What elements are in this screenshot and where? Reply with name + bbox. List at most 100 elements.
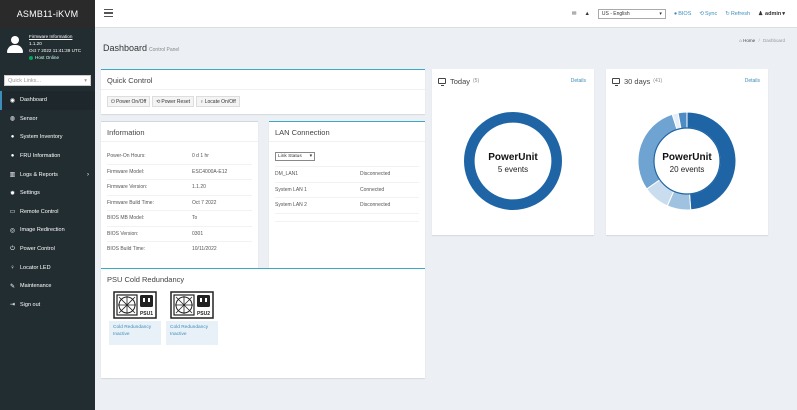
sidebar-item-image-redirection[interactable]: ◎ Image Redirection — [0, 221, 95, 240]
sidebar-item-locator-led[interactable]: ♀ Locator LED — [0, 258, 95, 277]
psu-card: PSU1 Cold Redundancy Inactive — [109, 289, 161, 345]
chevron-down-icon: ▾ — [84, 77, 87, 84]
disc-icon: ◎ — [9, 227, 16, 234]
sidebar-item-system-inventory[interactable]: ● System Inventory — [0, 128, 95, 147]
table-row: DM_LAN1 Disconnected — [275, 166, 419, 182]
psu-panel: PSU Cold Redundancy PSU1 Cold Redundancy… — [101, 268, 425, 378]
main-content: Dashboard Control Panel ⌂ Home / Dashboar… — [95, 28, 797, 410]
breadcrumb-home[interactable]: Home — [743, 38, 755, 43]
bulb-icon: ♀ — [200, 98, 204, 105]
bios-button[interactable]: ● BIOS — [674, 11, 691, 17]
chevron-down-icon: ▾ — [309, 154, 312, 159]
reset-icon: ⟲ — [156, 98, 161, 105]
page-subtitle: Control Panel — [149, 47, 180, 53]
table-row — [275, 212, 419, 221]
today-details-link[interactable]: Details — [571, 78, 586, 84]
psu-icon: PSU2 — [166, 289, 218, 321]
page-title: Dashboard Control Panel — [103, 43, 180, 53]
psu-status-label: Cold Redundancy Inactive — [166, 321, 218, 345]
sidebar-item-sign-out[interactable]: ⇥ Sign out — [0, 296, 95, 315]
sidebar-item-logs-reports[interactable]: ▥ Logs & Reports › — [0, 165, 95, 184]
caret-down-icon: ▾ — [782, 11, 785, 17]
thirty-days-details-link[interactable]: Details — [745, 78, 760, 84]
psu-list: PSU1 Cold Redundancy Inactive PSU2 Cold … — [109, 289, 223, 345]
user-icon: ♟ — [758, 11, 764, 17]
table-row: Firmware Build Time: Oct 7 2022 — [107, 194, 252, 211]
thirty-days-center-text: 20 events — [670, 165, 705, 174]
svg-text:PSU2: PSU2 — [197, 311, 210, 317]
information-title: Information — [101, 122, 258, 142]
psu-title: PSU Cold Redundancy — [107, 275, 185, 284]
gear-icon: ✹ — [9, 190, 16, 197]
today-panel: Today (5) Details PowerUnit 5 events — [432, 69, 594, 235]
svg-text:PSU1: PSU1 — [140, 311, 153, 317]
brand-logo[interactable]: ASMB11-iKVM — [0, 0, 95, 28]
monitor-icon — [612, 78, 620, 86]
monitor-icon: ▭ — [9, 209, 16, 216]
chevron-down-icon: ▾ — [659, 11, 662, 17]
table-row: BIOS Version: 0301 — [107, 225, 252, 242]
today-donut-chart: PowerUnit 5 events — [464, 112, 562, 210]
warning-icon[interactable]: ▲ — [584, 11, 589, 17]
locate-onoff-button[interactable]: ♀ Locate On/Off — [196, 96, 240, 107]
table-row: System LAN 2 Disconnected — [275, 197, 419, 213]
thirty-days-count: (41) — [653, 78, 663, 84]
sidebar-item-settings[interactable]: ✹ Settings — [0, 184, 95, 203]
firmware-info-link[interactable]: Firmware Information — [29, 33, 81, 40]
power-onoff-button[interactable]: ⏻ Power On/Off — [107, 96, 151, 107]
lan-connection-title: LAN Connection — [269, 122, 425, 142]
breadcrumb-current: Dashboard — [762, 38, 785, 43]
sidebar-item-sensor[interactable]: ◍ Sensor — [0, 110, 95, 129]
sync-icon: ⟲ — [699, 11, 704, 17]
mail-icon[interactable]: ✉ — [572, 11, 577, 17]
today-title: Today — [450, 76, 471, 86]
topbar: ✉ ▲ US - English ▾ ● BIOS ⟲ Sync ↻ Refresh ♟… — [95, 0, 797, 28]
info-icon: ● — [673, 11, 678, 17]
sidebar-item-remote-control[interactable]: ▭ Remote Control — [0, 203, 95, 222]
dashboard-icon: ◉ — [9, 97, 16, 104]
link-status-select[interactable]: Link Status ▾ — [275, 152, 315, 161]
hamburger-menu-icon[interactable] — [104, 9, 113, 19]
sync-button[interactable]: ⟲ Sync — [699, 11, 717, 17]
language-select[interactable]: US - English ▾ — [597, 9, 666, 19]
power-icon: ⏻ — [111, 98, 115, 105]
sidebar-item-dashboard[interactable]: ◉ Dashboard — [0, 91, 95, 110]
table-row — [275, 220, 419, 229]
host-status: Host Online — [29, 54, 81, 61]
signout-icon: ⇥ — [9, 302, 16, 309]
firmware-version: 1.1.20 — [29, 41, 42, 46]
today-count: (5) — [473, 78, 480, 84]
firmware-datetime: Oct 7 2022 11:41:39 UTC — [29, 48, 82, 53]
psu-status-label: Cold Redundancy Inactive — [109, 321, 161, 345]
table-row: Power-On Hours: 0 d 1 hr — [107, 152, 209, 159]
sidebar: ASMB11-iKVM Firmware Information 1.1.20 … — [0, 0, 95, 410]
table-row: BIOS MB Model: To — [107, 210, 252, 226]
thirty-days-donut-chart: PowerUnit 20 events — [637, 111, 737, 211]
user-panel: Firmware Information 1.1.20 Oct 7 2022 1… — [0, 28, 95, 69]
table-row: Firmware Version: 1.1.20 — [107, 179, 252, 195]
information-panel: Information Power-On Hours: 0 d 1 hr Firm… — [101, 121, 258, 284]
today-center-text: 5 events — [498, 165, 528, 174]
user-menu[interactable]: ♟ admin ▾ — [758, 11, 785, 17]
monitor-icon — [438, 78, 446, 86]
today-center-title: PowerUnit — [488, 152, 538, 163]
sensor-icon: ◍ — [9, 116, 16, 123]
sidebar-item-maintenance[interactable]: ✎ Maintenance — [0, 277, 95, 296]
quick-control-panel: Quick Control ⏻ Power On/Off ⟲ Power Reset… — [101, 69, 425, 114]
sidebar-item-power-control[interactable]: ⏻ Power Control — [0, 240, 95, 259]
bulb-icon: ♀ — [10, 264, 15, 271]
psu-icon: PSU1 — [109, 289, 161, 321]
breadcrumb: ⌂ Home / Dashboard — [739, 38, 785, 43]
table-row: BIOS Build Time: 10/11/2022 — [107, 241, 252, 257]
refresh-icon: ↻ — [725, 11, 730, 17]
app-root: ASMB11-iKVM Firmware Information 1.1.20 … — [0, 0, 797, 410]
info-icon: ● — [10, 134, 15, 141]
sidebar-item-fru-information[interactable]: ● FRU Information — [0, 147, 95, 166]
psu-card: PSU2 Cold Redundancy Inactive — [166, 289, 218, 345]
power-reset-button[interactable]: ⟲ Power Reset — [152, 96, 194, 107]
quick-links-select[interactable]: Quick Links... ▾ — [4, 75, 91, 86]
table-row: Firmware Model: ESC4000A-E12 — [107, 163, 252, 180]
wrench-icon: ✎ — [9, 283, 16, 290]
refresh-button[interactable]: ↻ Refresh — [725, 11, 750, 17]
user-avatar-icon — [7, 36, 23, 54]
